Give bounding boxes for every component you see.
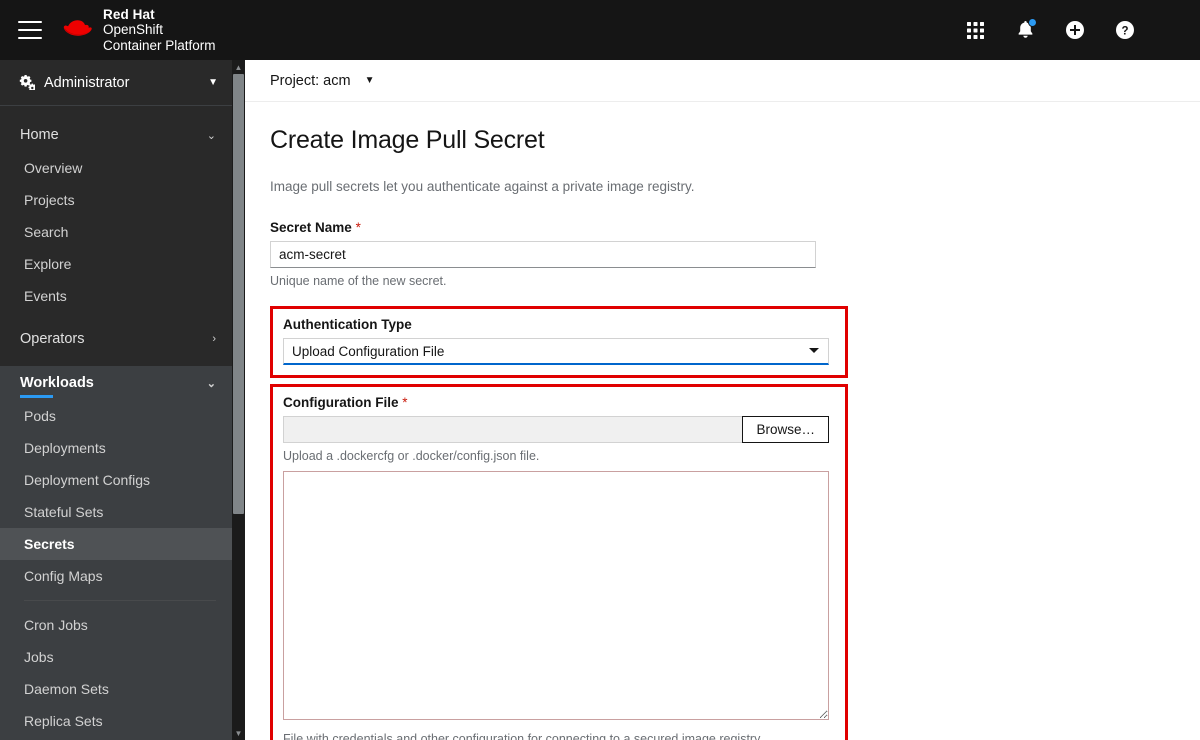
sidebar-item-pods[interactable]: Pods [0, 400, 232, 432]
main-content: Project: acm ▼ Create Image Pull Secret … [245, 60, 1200, 740]
secret-name-input[interactable] [270, 241, 816, 268]
scrollbar-thumb[interactable] [233, 74, 244, 514]
project-selector-label: Project: acm [270, 72, 351, 89]
sidebar-item-search[interactable]: Search [0, 216, 232, 248]
sidebar-item-config-maps[interactable]: Config Maps [0, 560, 232, 592]
configuration-file-textarea[interactable] [283, 471, 829, 720]
sidebar-item-jobs[interactable]: Jobs [0, 641, 232, 673]
nav-group-operators[interactable]: Operators › [0, 322, 232, 356]
sidebar: Administrator ▼ Home ⌄ Overview Projects… [0, 60, 232, 740]
chevron-down-icon [809, 348, 819, 353]
masthead-actions: ? [956, 11, 1144, 49]
sidebar-item-deployments[interactable]: Deployments [0, 432, 232, 464]
brand-line-platform: Container Platform [103, 37, 216, 53]
application-launcher-icon[interactable] [956, 11, 994, 49]
page-description: Image pull secrets let you authenticate … [270, 179, 695, 194]
svg-text:?: ? [1121, 25, 1128, 37]
field-secret-name: Secret Name * Unique name of the new sec… [270, 220, 1175, 288]
notification-badge [1028, 18, 1037, 27]
hamburger-bar [18, 37, 42, 39]
configuration-file-help: File with credentials and other configur… [283, 732, 763, 740]
redhat-hat-icon [63, 20, 92, 36]
nav-group-label: Operators [20, 331, 85, 347]
page-title: Create Image Pull Secret [270, 126, 545, 154]
nav-group-label: Home [20, 127, 59, 143]
required-marker: * [402, 395, 408, 410]
nav-toggle-button[interactable] [18, 21, 42, 39]
chevron-down-icon: ⌄ [206, 377, 216, 390]
scroll-down-icon[interactable]: ▼ [232, 726, 245, 740]
perspective-switcher[interactable]: Administrator ▼ [0, 60, 232, 106]
sidebar-scrollbar[interactable]: ▲ ▼ [232, 60, 245, 740]
sidebar-item-explore[interactable]: Explore [0, 248, 232, 280]
authentication-type-highlight: Authentication Type Upload Configuration… [270, 306, 848, 378]
chevron-down-icon: ⌄ [206, 129, 216, 142]
bell-icon[interactable] [1006, 11, 1044, 49]
project-selector[interactable]: Project: acm ▼ [270, 73, 375, 89]
authentication-type-select-wrapper: Upload Configuration File [283, 338, 829, 365]
authentication-type-select[interactable]: Upload Configuration File [283, 338, 829, 365]
browse-button[interactable]: Browse… [742, 416, 829, 443]
nav-divider [24, 600, 216, 601]
sidebar-item-cron-jobs[interactable]: Cron Jobs [0, 609, 232, 641]
configuration-file-label-text: Configuration File [283, 395, 399, 410]
cogs-icon [18, 75, 35, 90]
nav-group-workloads[interactable]: Workloads ⌄ [0, 366, 232, 400]
sidebar-item-overview[interactable]: Overview [0, 152, 232, 184]
configuration-file-highlight: Configuration File * Browse… Upload a .d… [270, 384, 848, 740]
file-path-input[interactable] [283, 416, 743, 443]
plus-circle-icon[interactable] [1056, 11, 1094, 49]
secret-name-help: Unique name of the new secret. [270, 274, 447, 288]
sidebar-item-replica-sets[interactable]: Replica Sets [0, 705, 232, 737]
chevron-down-icon: ▼ [364, 75, 375, 86]
perspective-label: Administrator [44, 74, 130, 91]
configuration-file-label: Configuration File * [283, 395, 835, 410]
form-content: Create Image Pull Secret Image pull secr… [245, 102, 1200, 740]
sidebar-item-secrets[interactable]: Secrets [0, 528, 232, 560]
scroll-up-icon[interactable]: ▲ [232, 60, 245, 74]
sidebar-item-events[interactable]: Events [0, 280, 232, 312]
project-bar: Project: acm ▼ [245, 60, 1200, 102]
chevron-right-icon: › [212, 333, 216, 345]
sidebar-item-stateful-sets[interactable]: Stateful Sets [0, 496, 232, 528]
sidebar-item-daemon-sets[interactable]: Daemon Sets [0, 673, 232, 705]
nav-group-label: Workloads [20, 375, 94, 391]
secret-name-label: Secret Name * [270, 220, 1175, 235]
chevron-down-icon: ▼ [208, 77, 218, 88]
help-icon[interactable]: ? [1106, 11, 1144, 49]
masthead: Red Hat OpenShift Container Platform ? [0, 0, 1200, 60]
hamburger-bar [18, 21, 42, 23]
hamburger-bar [18, 29, 42, 31]
authentication-type-label: Authentication Type [283, 317, 412, 332]
file-upload-row: Browse… [283, 416, 829, 443]
authentication-type-value: Upload Configuration File [292, 343, 445, 359]
sidebar-item-projects[interactable]: Projects [0, 184, 232, 216]
brand-logo[interactable]: Red Hat OpenShift Container Platform [60, 7, 216, 53]
brand-line-redhat: Red Hat [103, 7, 155, 23]
secret-name-label-text: Secret Name [270, 220, 352, 235]
nav-sections: Home ⌄ Overview Projects Search Explore … [0, 106, 232, 740]
workloads-items: Pods Deployments Deployment Configs Stat… [0, 400, 232, 740]
upload-help-text: Upload a .dockercfg or .docker/config.js… [283, 449, 540, 463]
required-marker: * [355, 220, 361, 235]
sidebar-item-deployment-configs[interactable]: Deployment Configs [0, 464, 232, 496]
nav-group-home[interactable]: Home ⌄ [0, 118, 232, 152]
brand-line-openshift: OpenShift [103, 22, 164, 38]
